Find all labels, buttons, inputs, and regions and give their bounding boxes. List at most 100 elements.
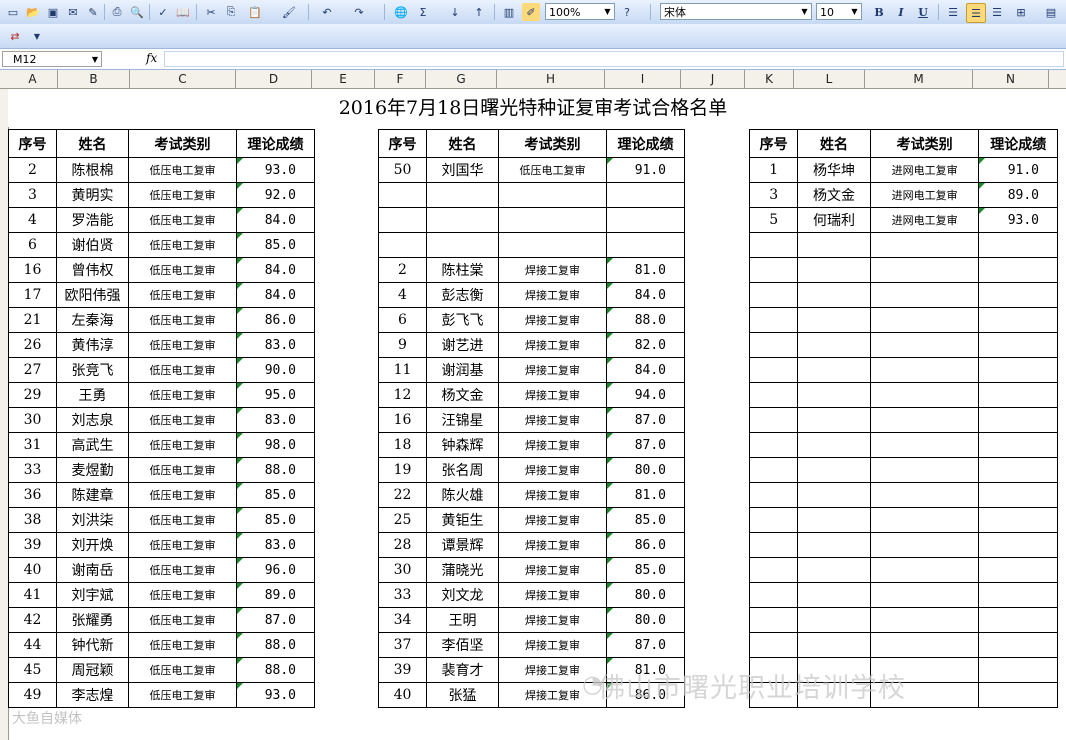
- score-cell[interactable]: 93.0: [978, 207, 1058, 233]
- category-cell[interactable]: 低压电工复审: [128, 357, 237, 383]
- save-icon[interactable]: ▣: [44, 3, 62, 21]
- serial-cell[interactable]: 38: [8, 507, 57, 533]
- score-cell[interactable]: 88.0: [236, 457, 315, 483]
- category-cell[interactable]: 焊接工复审: [498, 332, 607, 358]
- serial-cell[interactable]: 40: [8, 557, 57, 583]
- align-left-icon[interactable]: ☰: [944, 3, 962, 21]
- score-cell[interactable]: [978, 257, 1058, 283]
- autosum-icon[interactable]: Σ: [414, 3, 432, 21]
- name-cell[interactable]: 何瑞利: [797, 207, 871, 233]
- name-cell[interactable]: [797, 307, 871, 333]
- column-heading[interactable]: 序号: [8, 129, 57, 158]
- name-cell[interactable]: [797, 682, 871, 708]
- score-cell[interactable]: 96.0: [236, 557, 315, 583]
- category-cell[interactable]: 低压电工复审: [128, 457, 237, 483]
- serial-cell[interactable]: 31: [8, 432, 57, 458]
- serial-cell[interactable]: [748, 582, 799, 608]
- score-cell[interactable]: 87.0: [606, 632, 685, 658]
- category-cell[interactable]: [869, 282, 980, 308]
- align-right-icon[interactable]: ☰: [988, 3, 1006, 21]
- name-cell[interactable]: 谢伯贤: [56, 232, 129, 258]
- serial-cell[interactable]: [748, 457, 799, 483]
- category-cell[interactable]: 进网电工复审: [869, 157, 980, 183]
- serial-cell[interactable]: 39: [8, 532, 57, 558]
- column-heading[interactable]: 考试类别: [869, 129, 980, 158]
- align-center-icon[interactable]: ☰: [966, 3, 986, 23]
- score-cell[interactable]: 87.0: [606, 432, 685, 458]
- currency-icon[interactable]: ▤: [1042, 3, 1060, 21]
- serial-cell[interactable]: [748, 307, 799, 333]
- serial-cell[interactable]: 1: [748, 157, 799, 183]
- open-file-icon[interactable]: 📂: [24, 3, 42, 21]
- category-cell[interactable]: [498, 232, 607, 258]
- serial-cell[interactable]: [748, 257, 799, 283]
- category-cell[interactable]: 低压电工复审: [128, 332, 237, 358]
- category-cell[interactable]: 低压电工复审: [128, 682, 237, 708]
- serial-cell[interactable]: [748, 657, 799, 683]
- column-header-i[interactable]: I: [605, 70, 681, 88]
- category-cell[interactable]: 焊接工复审: [498, 507, 607, 533]
- column-header-c[interactable]: C: [130, 70, 236, 88]
- serial-cell[interactable]: 19: [378, 457, 427, 483]
- score-cell[interactable]: [978, 232, 1058, 258]
- category-cell[interactable]: [869, 457, 980, 483]
- sort-ascending-icon[interactable]: ↓: [446, 3, 464, 21]
- serial-cell[interactable]: 40: [378, 682, 427, 708]
- category-cell[interactable]: 低压电工复审: [128, 157, 237, 183]
- score-cell[interactable]: 87.0: [606, 407, 685, 433]
- score-cell[interactable]: 84.0: [606, 357, 685, 383]
- column-header-g[interactable]: G: [426, 70, 497, 88]
- serial-cell[interactable]: [748, 332, 799, 358]
- column-heading[interactable]: 序号: [378, 129, 427, 158]
- toolbar-options-icon[interactable]: ▼: [28, 27, 46, 45]
- category-cell[interactable]: 焊接工复审: [498, 382, 607, 408]
- serial-cell[interactable]: [748, 232, 799, 258]
- category-cell[interactable]: [498, 207, 607, 233]
- font-size-select[interactable]: 10 ▼: [816, 3, 862, 20]
- permission-icon[interactable]: ✉: [64, 3, 82, 21]
- score-cell[interactable]: 86.0: [236, 307, 315, 333]
- serial-cell[interactable]: 27: [8, 357, 57, 383]
- category-cell[interactable]: 低压电工复审: [128, 607, 237, 633]
- category-cell[interactable]: 进网电工复审: [869, 207, 980, 233]
- name-cell[interactable]: 黄明实: [56, 182, 129, 208]
- serial-cell[interactable]: [748, 282, 799, 308]
- category-cell[interactable]: 低压电工复审: [128, 232, 237, 258]
- name-cell[interactable]: [797, 632, 871, 658]
- zoom-select[interactable]: 100% ▼: [545, 3, 615, 20]
- sort-descending-icon[interactable]: ↑: [470, 3, 488, 21]
- column-header-a[interactable]: A: [8, 70, 58, 88]
- name-cell[interactable]: 刘开焕: [56, 532, 129, 558]
- research-icon[interactable]: 📖: [174, 3, 192, 21]
- score-cell[interactable]: [978, 382, 1058, 408]
- name-cell[interactable]: [426, 182, 499, 208]
- column-header-l[interactable]: L: [794, 70, 865, 88]
- score-cell[interactable]: 89.0: [236, 582, 315, 608]
- serial-cell[interactable]: [748, 607, 799, 633]
- score-cell[interactable]: 88.0: [606, 307, 685, 333]
- name-cell[interactable]: 张竞飞: [56, 357, 129, 383]
- name-cell[interactable]: 汪锦星: [426, 407, 499, 433]
- score-cell[interactable]: 82.0: [606, 332, 685, 358]
- serial-cell[interactable]: 18: [378, 432, 427, 458]
- score-cell[interactable]: 85.0: [236, 232, 315, 258]
- score-cell[interactable]: 85.0: [236, 507, 315, 533]
- category-cell[interactable]: 焊接工复审: [498, 632, 607, 658]
- score-cell[interactable]: 83.0: [236, 332, 315, 358]
- name-cell[interactable]: 裴育才: [426, 657, 499, 683]
- name-cell[interactable]: [797, 407, 871, 433]
- name-cell[interactable]: 李志煌: [56, 682, 129, 708]
- serial-cell[interactable]: [378, 232, 427, 258]
- score-cell[interactable]: 81.0: [606, 657, 685, 683]
- category-cell[interactable]: [869, 482, 980, 508]
- serial-cell[interactable]: 17: [8, 282, 57, 308]
- score-cell[interactable]: 88.0: [236, 632, 315, 658]
- name-cell[interactable]: [797, 482, 871, 508]
- serial-cell[interactable]: 30: [378, 557, 427, 583]
- score-cell[interactable]: 83.0: [236, 532, 315, 558]
- category-cell[interactable]: 焊接工复审: [498, 607, 607, 633]
- category-cell[interactable]: 低压电工复审: [128, 507, 237, 533]
- hyperlink-icon[interactable]: 🌐: [392, 3, 410, 21]
- score-cell[interactable]: 85.0: [236, 482, 315, 508]
- score-cell[interactable]: [978, 307, 1058, 333]
